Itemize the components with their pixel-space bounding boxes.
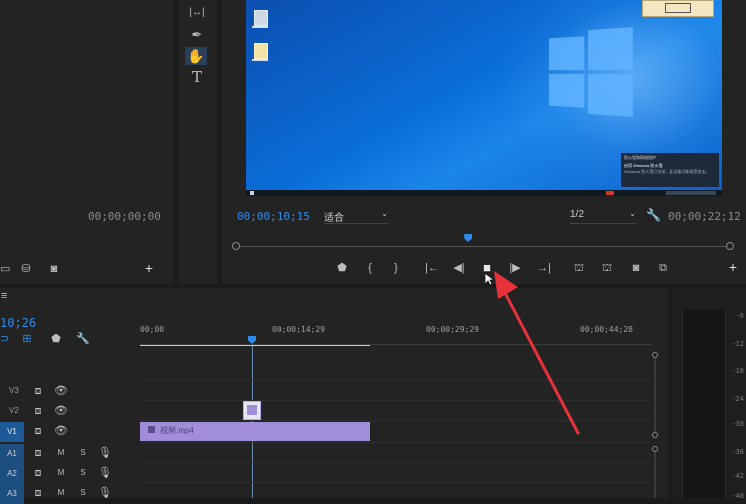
wrench-icon[interactable]: 🔧 — [76, 332, 90, 346]
clip-fx-icon — [148, 426, 155, 433]
eye-icon[interactable]: 👁 — [54, 404, 68, 418]
track-header-a3: A3 ⧈ M S 🎙 — [0, 484, 140, 504]
notification-body: Windows 防火墙已关闭，此设备可能易受攻击。 — [624, 169, 710, 174]
ruler-label: 00;00;29;29 — [426, 325, 479, 334]
mouse-cursor-icon — [484, 272, 494, 286]
audio-meter-bar — [682, 310, 726, 498]
program-playhead[interactable] — [464, 234, 473, 242]
sync-lock-icon[interactable]: ⧈ — [32, 446, 44, 460]
timeline-vertical-scrollbar[interactable] — [652, 352, 658, 498]
resolution-select[interactable]: 1/2 ⌄ — [570, 209, 636, 224]
track-label: V3 — [9, 386, 19, 395]
linked-selection-icon[interactable]: ⊞ — [20, 332, 34, 346]
add-marker-icon[interactable]: ⬟ — [50, 332, 62, 346]
source-monitor-panel: 00;00;00;00 ▭ ⛁ ◙ + — [0, 0, 174, 284]
sync-lock-icon[interactable]: ⧈ — [32, 466, 44, 480]
mute-button[interactable]: M — [56, 446, 66, 460]
track-header-a2: A2 ⧈ M S 🎙 — [0, 464, 140, 484]
track-label: V2 — [9, 406, 19, 415]
meter-label: -12 — [731, 340, 744, 348]
mark-out-icon[interactable]: } — [390, 261, 402, 275]
timeline-timecode[interactable]: 10;26 — [0, 316, 36, 330]
solo-button[interactable]: S — [78, 446, 88, 460]
track-target-a2[interactable]: A2 — [0, 464, 24, 484]
track-target-v1[interactable]: V1 — [0, 422, 24, 442]
add-button-icon[interactable]: + — [142, 261, 156, 275]
hand-tool-icon[interactable]: ✋ — [185, 47, 207, 65]
timeline-playhead[interactable] — [248, 336, 256, 344]
meter-label: -30 — [731, 420, 744, 428]
meter-label: -42 — [731, 472, 744, 480]
solo-button[interactable]: S — [78, 466, 88, 480]
mute-button[interactable]: M — [56, 466, 66, 480]
track-header-v3: V3 ⧈ 👁 — [0, 382, 140, 402]
pen-tool-icon[interactable]: ✒ — [187, 28, 207, 42]
annotation-arrow — [494, 271, 580, 435]
camera-icon[interactable]: ◙ — [46, 262, 62, 276]
eye-icon[interactable]: 👁 — [54, 384, 68, 398]
snap-icon[interactable]: ⊃ — [0, 332, 9, 346]
mark-in-icon[interactable]: { — [364, 261, 376, 275]
type-tool-icon[interactable]: T — [187, 70, 207, 85]
wrench-icon[interactable]: 🔧 — [646, 208, 661, 222]
windows-notification: 防火墙和网络保护 启用 Windows 防火墙 Windows 防火墙已关闭，此… — [621, 153, 719, 187]
notification-title: 防火墙和网络保护 — [624, 155, 656, 160]
file-icon — [254, 43, 268, 59]
audio-meter-panel: -6 -12 -18 -24 -30 -36 -42 -48 — [672, 288, 746, 500]
export-frame-icon[interactable]: ▭ — [0, 262, 10, 276]
go-to-in-icon[interactable]: |← — [424, 261, 440, 275]
tools-panel: |↔| ✒ ✋ T — [178, 0, 217, 284]
microphone-icon[interactable]: 🎙 — [98, 466, 112, 480]
v2-still-clip[interactable] — [243, 401, 261, 420]
add-button-icon[interactable]: + — [726, 260, 740, 274]
track-header-a1: A1 ⧈ M S 🎙 — [0, 444, 140, 464]
track-target-a1[interactable]: A1 — [0, 444, 24, 464]
video-frame: 防火墙和网络保护 启用 Windows 防火墙 Windows 防火墙已关闭，此… — [246, 0, 722, 196]
add-marker-icon[interactable]: ⬟ — [336, 261, 348, 275]
microphone-icon[interactable]: 🎙 — [98, 446, 112, 460]
meter-label: -18 — [731, 367, 744, 375]
clip-name: 视频.mp4 — [160, 426, 194, 435]
track-target-a3[interactable]: A3 — [0, 484, 24, 504]
track-header-v1: V1 ⧈ 👁 — [0, 422, 140, 442]
video-clip[interactable]: 视频.mp4 — [140, 422, 370, 441]
recycle-bin-icon — [254, 10, 268, 26]
chevron-down-icon: ⌄ — [381, 209, 388, 218]
windows-taskbar — [246, 190, 722, 196]
track-header-v2: V2 ⧈ 👁 — [0, 402, 140, 422]
meter-label: -36 — [731, 448, 744, 456]
program-duration: 00;00;22;12 — [668, 210, 741, 223]
windows-logo — [548, 27, 635, 117]
sticky-note — [642, 0, 714, 17]
sync-lock-icon[interactable]: ⧈ — [32, 384, 44, 398]
chevron-down-icon: ⌄ — [629, 209, 636, 218]
ruler-label: 00;00 — [140, 325, 165, 334]
fit-select[interactable]: 适合 ⌄ — [324, 209, 388, 224]
sync-lock-icon[interactable]: ⧈ — [32, 404, 44, 418]
ripple-edit-icon[interactable]: |↔| — [187, 6, 207, 20]
panel-menu-icon[interactable]: ≡ — [1, 290, 7, 302]
step-back-icon[interactable]: ◀| — [452, 261, 466, 275]
program-current-time[interactable]: 00;00;10;15 — [237, 210, 310, 223]
meter-label: -24 — [731, 395, 744, 403]
comparison-view-icon[interactable]: ⧉ — [654, 261, 672, 275]
sync-lock-icon[interactable]: ⧈ — [32, 424, 44, 438]
ruler-label: 00;00;14;29 — [272, 325, 325, 334]
overwrite-icon[interactable]: ⛁ — [18, 262, 34, 276]
eye-icon[interactable]: 👁 — [54, 424, 68, 438]
resolution-select-value: 1/2 — [570, 209, 584, 220]
meter-label: -48 — [731, 492, 744, 500]
export-frame-camera-icon[interactable]: ◙ — [628, 261, 644, 275]
source-controls: ▭ ⛁ ◙ + — [0, 261, 160, 276]
meter-label: -6 — [735, 312, 744, 320]
program-monitor-panel: 防火墙和网络保护 启用 Windows 防火墙 Windows 防火墙已关闭，此… — [222, 0, 746, 284]
extract-icon[interactable]: ⛫ — [598, 261, 616, 275]
program-scrubber[interactable] — [232, 234, 734, 252]
source-timecode: 00;00;00;00 — [88, 210, 161, 223]
